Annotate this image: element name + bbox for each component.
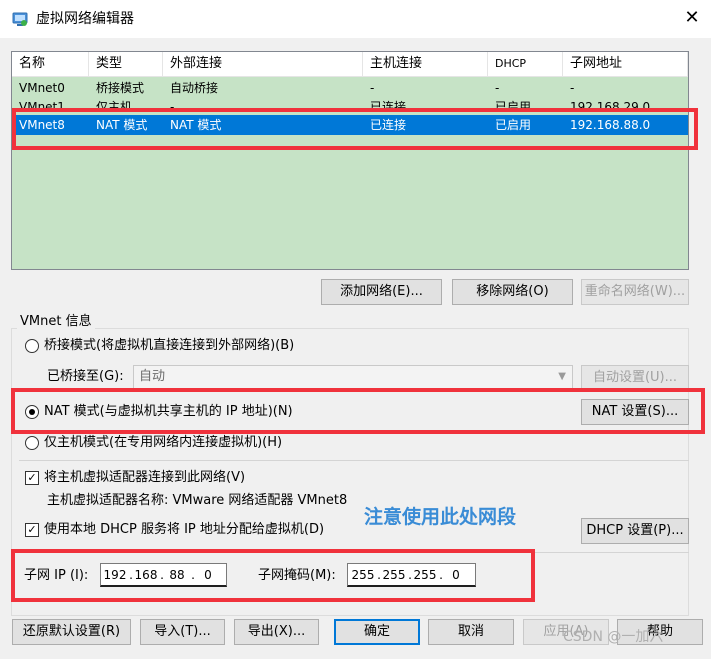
- cell-external: 自动桥接: [170, 81, 219, 95]
- cell-host: -: [370, 81, 375, 95]
- dhcp-label: 使用本地 DHCP 服务将 IP 地址分配给虚拟机(D): [44, 522, 325, 537]
- highlight-box-subnet: [11, 549, 535, 602]
- dhcp-checkbox[interactable]: ✓: [25, 523, 39, 537]
- restore-defaults-button[interactable]: 还原默认设置(R): [12, 619, 131, 645]
- vmware-network-icon: [12, 12, 28, 26]
- vmnet-info-label: VMnet 信息: [17, 313, 95, 331]
- bridge-mode-label: 桥接模式(将虚拟机直接连接到外部网络)(B): [44, 338, 295, 353]
- connect-adapter-label: 将主机虚拟适配器连接到此网络(V): [44, 470, 246, 485]
- adapter-name-text: 主机虚拟适配器名称: VMware 网络适配器 VMnet8: [47, 493, 348, 508]
- table-header: 名称 类型 外部连接 主机连接 DHCP 子网地址: [12, 52, 688, 77]
- network-table[interactable]: 名称 类型 外部连接 主机连接 DHCP 子网地址 VMnet0 桥接模式 自动…: [11, 51, 689, 270]
- col-header-name[interactable]: 名称: [12, 52, 89, 77]
- cancel-button[interactable]: 取消: [428, 619, 514, 645]
- window-title: 虚拟网络编辑器: [36, 11, 134, 27]
- col-header-type[interactable]: 类型: [89, 52, 163, 77]
- dhcp-settings-button[interactable]: DHCP 设置(P)...: [581, 518, 689, 544]
- host-only-radio[interactable]: [25, 436, 39, 450]
- highlight-box-vmnet8: [12, 108, 698, 150]
- col-header-external[interactable]: 外部连接: [163, 52, 363, 77]
- bridged-to-value: 自动: [139, 369, 166, 384]
- watermark: CSDN @一加六: [563, 629, 664, 645]
- col-header-subnet[interactable]: 子网地址: [563, 52, 688, 77]
- cell-type: 桥接模式: [96, 81, 145, 95]
- annotation-note: 注意使用此处网段: [364, 506, 517, 528]
- bridged-to-label: 已桥接至(G):: [47, 369, 124, 384]
- add-network-button[interactable]: 添加网络(E)...: [321, 279, 442, 305]
- ok-button[interactable]: 确定: [334, 619, 420, 645]
- highlight-box-nat: [11, 388, 705, 434]
- connect-adapter-checkbox[interactable]: ✓: [25, 471, 39, 485]
- remove-network-button[interactable]: 移除网络(O): [452, 279, 573, 305]
- cell-subnet: -: [570, 81, 575, 95]
- col-header-host[interactable]: 主机连接: [363, 52, 488, 77]
- rename-network-button[interactable]: 重命名网络(W)...: [581, 279, 689, 305]
- cell-dhcp: -: [495, 81, 500, 95]
- col-header-dhcp[interactable]: DHCP: [488, 52, 563, 77]
- host-only-label: 仅主机模式(在专用网络内连接虚拟机)(H): [44, 435, 283, 450]
- table-row[interactable]: VMnet0 桥接模式 自动桥接 - - -: [12, 78, 688, 98]
- bridge-mode-radio[interactable]: [25, 339, 39, 353]
- cell-name: VMnet0: [19, 81, 65, 95]
- chevron-down-icon: ▼: [558, 371, 566, 382]
- close-icon[interactable]: ✕: [681, 7, 703, 29]
- bridged-to-select[interactable]: 自动 ▼: [133, 365, 573, 389]
- import-button[interactable]: 导入(T)...: [140, 619, 225, 645]
- separator: [19, 460, 689, 461]
- export-button[interactable]: 导出(X)...: [234, 619, 319, 645]
